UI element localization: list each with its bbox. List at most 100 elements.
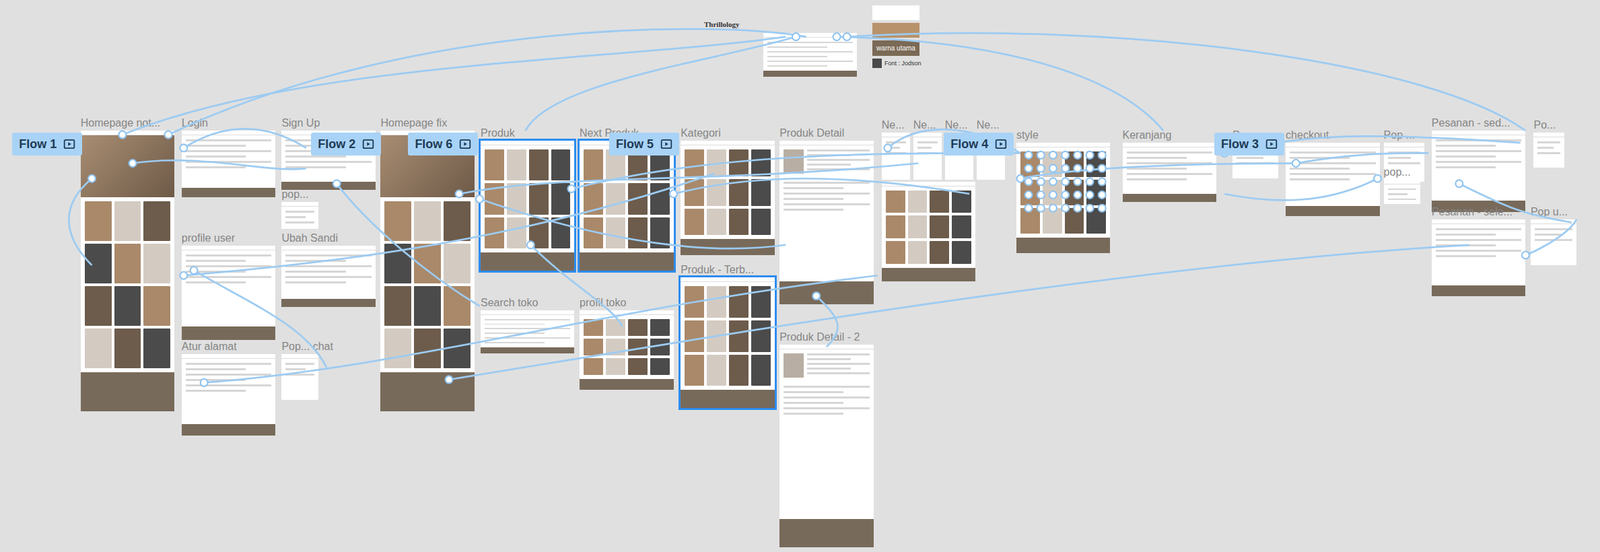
frame-label[interactable]: Sign Up xyxy=(281,117,320,130)
connection-node[interactable] xyxy=(1098,164,1106,173)
connection-node[interactable] xyxy=(88,175,96,183)
connection-node[interactable] xyxy=(190,266,198,274)
frame-label[interactable]: style xyxy=(1016,129,1039,142)
connection-node[interactable] xyxy=(1073,164,1082,173)
frame[interactable] xyxy=(480,140,575,271)
connection-node[interactable] xyxy=(200,378,208,387)
connection-line[interactable] xyxy=(525,37,797,131)
connection-node[interactable] xyxy=(1086,191,1094,199)
connection-line[interactable] xyxy=(448,245,1470,380)
connection-node[interactable] xyxy=(1073,191,1082,199)
connection-line[interactable] xyxy=(1459,183,1572,223)
frame[interactable] xyxy=(80,130,175,412)
connection-node[interactable] xyxy=(1073,151,1082,159)
frame-label[interactable]: Homepage not... xyxy=(80,117,161,130)
frame-label[interactable]: Po... xyxy=(1533,119,1556,132)
frame[interactable] xyxy=(1016,142,1110,254)
frame[interactable] xyxy=(1530,219,1577,266)
frame-label[interactable]: Homepage fix xyxy=(380,117,447,130)
connection-node[interactable] xyxy=(669,190,678,198)
swatch[interactable]: Font : Jodson xyxy=(872,58,920,68)
frame-label[interactable]: Ubah Sandi xyxy=(281,232,338,245)
connection-node[interactable] xyxy=(118,131,126,139)
frame[interactable] xyxy=(181,354,276,436)
connection-node[interactable] xyxy=(1061,204,1069,213)
connection-node[interactable] xyxy=(1025,177,1033,186)
connection-node[interactable] xyxy=(1037,177,1045,186)
connection-line[interactable] xyxy=(132,160,307,169)
flow-badge[interactable]: Flow 2 xyxy=(310,132,381,156)
connection-node[interactable] xyxy=(333,179,341,188)
frame[interactable] xyxy=(181,130,276,198)
connection-node[interactable] xyxy=(1292,159,1300,167)
connection-node[interactable] xyxy=(1073,204,1082,213)
connection-node[interactable] xyxy=(1025,204,1033,213)
connection-line[interactable] xyxy=(68,178,92,266)
connection-node[interactable] xyxy=(883,144,892,152)
connection-node[interactable] xyxy=(1037,151,1045,159)
connection-node[interactable] xyxy=(1086,177,1094,186)
connection-node[interactable] xyxy=(812,292,820,300)
connection-line[interactable] xyxy=(459,163,919,194)
frame-label[interactable]: Ne... xyxy=(976,119,1000,132)
connection-line[interactable] xyxy=(168,28,806,135)
connection-node[interactable] xyxy=(1098,177,1106,186)
connection-line[interactable] xyxy=(479,199,786,250)
connection-node[interactable] xyxy=(1086,164,1094,173)
connection-node[interactable] xyxy=(1037,191,1045,199)
connection-line[interactable] xyxy=(1295,152,1429,163)
connection-line[interactable] xyxy=(203,275,878,383)
connection-node[interactable] xyxy=(1061,177,1069,186)
frame-label[interactable]: Ne... xyxy=(945,119,968,132)
frame[interactable] xyxy=(1431,219,1526,297)
frame[interactable] xyxy=(763,32,857,77)
frame[interactable] xyxy=(579,310,674,390)
connection-node[interactable] xyxy=(1025,164,1033,173)
connection-node[interactable] xyxy=(1061,151,1069,159)
frame-label[interactable]: Atur alamat xyxy=(181,340,237,353)
frame[interactable] xyxy=(779,140,874,305)
connection-node[interactable] xyxy=(1073,177,1082,186)
flow-badge[interactable]: Flow 4 xyxy=(943,132,1014,156)
connection-node[interactable] xyxy=(1025,151,1033,159)
frame-label[interactable]: pop... xyxy=(281,188,309,201)
connection-node[interactable] xyxy=(1373,175,1382,183)
frame[interactable] xyxy=(480,310,575,354)
connection-node[interactable] xyxy=(1037,204,1045,213)
frame-label[interactable]: Produk Detail - 2 xyxy=(779,331,860,344)
frame-label[interactable]: Pop u... xyxy=(1530,205,1568,219)
frame-label[interactable]: Pop ... xyxy=(1383,129,1415,142)
connection-node[interactable] xyxy=(1049,204,1057,213)
frame[interactable] xyxy=(1383,179,1421,204)
frame[interactable] xyxy=(1285,142,1380,217)
frame[interactable] xyxy=(181,245,276,340)
connection-node[interactable] xyxy=(843,32,851,41)
frame[interactable] xyxy=(1122,142,1217,202)
connection-line[interactable] xyxy=(183,128,307,148)
connection-line[interactable] xyxy=(816,296,839,348)
connection-node[interactable] xyxy=(792,32,800,41)
frame[interactable] xyxy=(680,277,775,408)
connection-line[interactable] xyxy=(183,173,715,276)
frame[interactable] xyxy=(281,354,319,400)
connection-node[interactable] xyxy=(1016,175,1024,183)
swatch[interactable]: warna utama xyxy=(872,40,920,56)
connection-node[interactable] xyxy=(1098,204,1106,213)
connection-line[interactable] xyxy=(673,178,970,194)
connection-node[interactable] xyxy=(1049,151,1057,159)
frame[interactable] xyxy=(281,245,375,307)
connection-node[interactable] xyxy=(1061,164,1069,173)
connection-line[interactable] xyxy=(530,245,622,327)
connection-node[interactable] xyxy=(1455,179,1463,188)
frame-label[interactable]: Pesanan - sed... xyxy=(1431,117,1511,130)
connection-line[interactable] xyxy=(836,37,1164,131)
connection-line[interactable] xyxy=(1224,178,1378,200)
connection-node[interactable] xyxy=(1037,164,1045,173)
frame[interactable] xyxy=(779,344,874,547)
connection-node[interactable] xyxy=(1521,251,1530,259)
frame[interactable] xyxy=(881,132,911,180)
frame-label[interactable]: Login xyxy=(181,117,208,130)
frame-label[interactable]: Keranjang xyxy=(1122,129,1172,142)
swatch[interactable] xyxy=(872,22,920,38)
frame-label[interactable]: Kategori xyxy=(680,127,721,140)
